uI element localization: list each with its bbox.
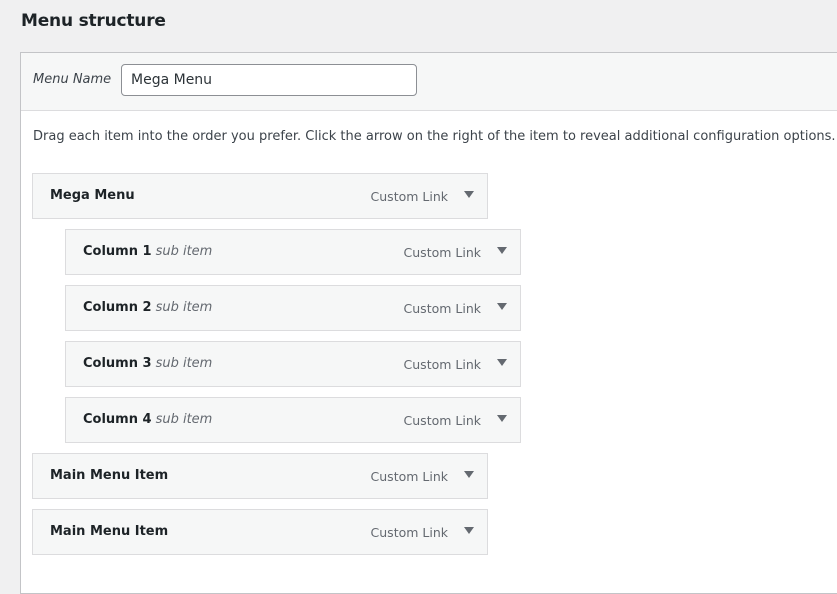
expand-arrow-icon[interactable] [464, 527, 474, 534]
menu-item[interactable]: Main Menu Item Custom Link [32, 453, 488, 499]
menu-item-title: Column 1 sub item [83, 244, 213, 259]
menu-item-type: Custom Link [370, 469, 448, 484]
menu-item-type: Custom Link [403, 357, 481, 372]
expand-arrow-icon[interactable] [464, 191, 474, 198]
expand-arrow-icon[interactable] [464, 471, 474, 478]
menu-item-subtitle: sub item [155, 300, 213, 315]
menu-header: Menu Name [21, 53, 837, 111]
menu-item-subtitle: sub item [155, 244, 213, 259]
menu-item-title: Column 4 sub item [83, 412, 213, 427]
menu-name-input[interactable] [121, 64, 417, 96]
menu-structure-panel: Menu Name Drag each item into the order … [20, 52, 837, 594]
menu-item[interactable]: Column 2 sub item Custom Link [65, 285, 521, 331]
drag-instructions: Drag each item into the order you prefer… [33, 129, 836, 144]
menu-item-type: Custom Link [403, 245, 481, 260]
menu-item-title: Main Menu Item [50, 524, 169, 539]
menu-item[interactable]: Column 1 sub item Custom Link [65, 229, 521, 275]
menu-item-subtitle: sub item [155, 412, 213, 427]
menu-item[interactable]: Mega Menu Custom Link [32, 173, 488, 219]
menu-item-type: Custom Link [403, 413, 481, 428]
menu-item-title: Mega Menu [50, 188, 135, 203]
menu-item[interactable]: Main Menu Item Custom Link [32, 509, 488, 555]
menu-item-title: Column 2 sub item [83, 300, 213, 315]
page-title: Menu structure [21, 11, 166, 31]
expand-arrow-icon[interactable] [497, 359, 507, 366]
menu-item-subtitle: sub item [155, 356, 213, 371]
menu-item[interactable]: Column 3 sub item Custom Link [65, 341, 521, 387]
expand-arrow-icon[interactable] [497, 415, 507, 422]
menu-item-type: Custom Link [403, 301, 481, 316]
menu-item[interactable]: Column 4 sub item Custom Link [65, 397, 521, 443]
menu-name-label: Menu Name [33, 72, 112, 87]
expand-arrow-icon[interactable] [497, 303, 507, 310]
menu-item-title: Main Menu Item [50, 468, 169, 483]
menu-item-title: Column 3 sub item [83, 356, 213, 371]
menu-item-type: Custom Link [370, 189, 448, 204]
menu-item-type: Custom Link [370, 525, 448, 540]
expand-arrow-icon[interactable] [497, 247, 507, 254]
